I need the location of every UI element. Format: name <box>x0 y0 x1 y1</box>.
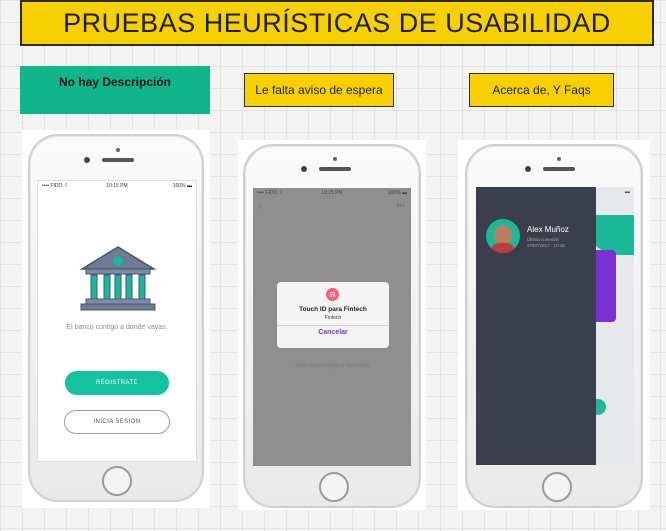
label-about-faqs: Acerca de, Y Faqs <box>469 73 614 107</box>
speaker-grille <box>319 167 351 171</box>
proximity-sensor <box>333 157 337 161</box>
user-detail-2: 27/07/2017 - 10:15 <box>527 243 565 248</box>
navigation-drawer: Alex Muñoz Última conexión 27/07/2017 - … <box>476 187 596 465</box>
label-missing-wait-notice: Le falta aviso de espera <box>244 73 394 107</box>
dialog-title: Touch ID para Fintech <box>299 306 367 313</box>
status-bar: •••• FIDO ⌔ 10:15 PM 100% ▬ <box>38 181 196 191</box>
phone-screen-2: •••• FIDO ⌔ 10:15 PM 100% ▬ ‹ ••• Touch … <box>253 188 411 466</box>
front-camera <box>525 166 531 172</box>
home-button[interactable] <box>542 472 572 502</box>
back-chevron-icon[interactable]: ‹ <box>259 201 262 211</box>
cancel-button[interactable]: Cancelar <box>277 329 389 336</box>
phone-frame-1: •••• FIDO ⌔ 10:15 PM 100% ▬ El banco con… <box>28 134 204 502</box>
speaker-grille <box>543 167 575 171</box>
fingerprint-icon <box>326 288 339 301</box>
title-banner: PRUEBAS HEURÍSTICAS DE USABILIDAD <box>20 0 654 46</box>
home-button[interactable] <box>319 472 349 502</box>
dialog-divider <box>277 325 389 326</box>
front-camera <box>301 166 307 172</box>
home-button[interactable] <box>102 466 132 496</box>
avatar-face <box>494 225 512 245</box>
proximity-sensor <box>557 157 561 161</box>
proximity-sensor <box>116 148 120 152</box>
phone-screen-1: •••• FIDO ⌔ 10:15 PM 100% ▬ El banco con… <box>37 180 197 462</box>
touch-id-dialog: Touch ID para Fintech Fintech Cancelar <box>277 282 389 348</box>
phone-screen-3: ▬ Alex Muñoz Última conexión 27/07/2017 … <box>476 187 634 465</box>
dialog-subtitle: Fintech <box>324 315 342 321</box>
page-title: PRUEBAS HEURÍSTICAS DE USABILIDAD <box>63 7 611 38</box>
phone-frame-3: ▬ Alex Muñoz Última conexión 27/07/2017 … <box>465 144 643 508</box>
more-icon[interactable]: ••• <box>397 201 405 210</box>
front-camera <box>84 157 90 163</box>
login-button[interactable]: INICIA SESIÓN <box>64 410 170 434</box>
register-button[interactable]: REGISTRATE <box>65 371 169 395</box>
speaker-grille <box>102 158 134 162</box>
hint-text: Toca para registrar tu huella <box>294 363 370 369</box>
status-right: ▬ <box>625 189 630 195</box>
battery-indicator: 100% ▬ <box>387 190 407 196</box>
avatar-body <box>490 243 516 253</box>
phone-frame-2: •••• FIDO ⌔ 10:15 PM 100% ▬ ‹ ••• Touch … <box>243 144 421 508</box>
status-bar: •••• FIDO ⌔ 10:15 PM 100% ▬ <box>253 188 411 198</box>
tagline: El banco contigo a donde vayas. <box>66 324 168 331</box>
label-no-description: No hay Descripción <box>20 66 210 114</box>
avatar[interactable] <box>486 219 520 253</box>
user-detail-1: Última conexión <box>527 237 560 242</box>
bank-icon <box>79 246 157 311</box>
battery-indicator: 100% ▬ <box>172 183 192 189</box>
user-name: Alex Muñoz <box>527 225 569 234</box>
